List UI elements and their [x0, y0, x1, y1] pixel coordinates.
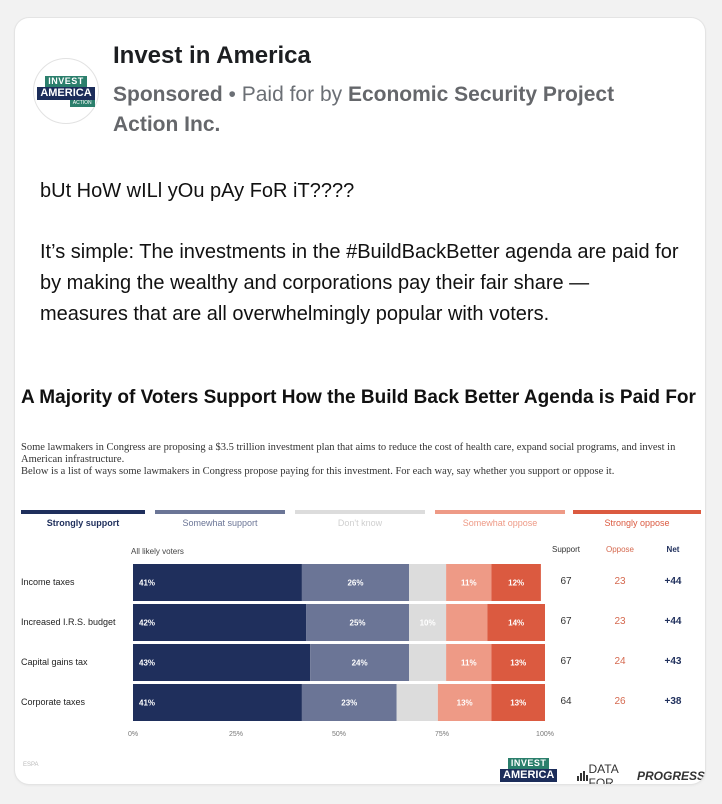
category-label: Capital gains tax — [21, 657, 88, 667]
bar-value-label: 13% — [510, 699, 526, 708]
category-label: Increased I.R.S. budget — [21, 617, 116, 627]
net-value: +43 — [664, 656, 682, 667]
bar-value-label: 11% — [461, 579, 477, 588]
x-tick-label: 50% — [331, 731, 346, 738]
bar-segment — [446, 604, 488, 641]
support-value: 67 — [560, 656, 572, 667]
bar-value-label: 12% — [508, 579, 524, 588]
stacked-bar-chart: 41% 26% 11% 12% 42% 25% 10% 14% 43% 24% 11% 13% 41% 2… — [133, 564, 545, 721]
net-value: +44 — [664, 616, 682, 627]
oppose-value: 24 — [614, 656, 626, 667]
bar-segment — [133, 684, 302, 721]
x-tick-label: 75% — [434, 731, 449, 738]
sponsored-post-card: INVEST AMERICA ACTION Invest in America … — [15, 18, 705, 784]
bar-segment — [409, 644, 447, 681]
support-value: 67 — [560, 576, 572, 587]
net-value: +44 — [664, 576, 682, 587]
category-label: Corporate taxes — [21, 697, 86, 707]
x-tick-label: 100% — [536, 731, 554, 738]
bar-value-label: 14% — [508, 619, 524, 628]
oppose-value: 23 — [614, 576, 626, 587]
bar-value-label: 26% — [347, 579, 363, 588]
dfp-bold-text: PROGRESS — [636, 769, 705, 783]
bar-value-label: 23% — [341, 699, 357, 708]
support-value: 67 — [560, 616, 572, 627]
bar-value-label: 41% — [139, 699, 155, 708]
source-note: ESPA — [23, 762, 39, 768]
bar-value-label: 10% — [420, 619, 436, 628]
dfp-regular-text: DATA FOR — [588, 762, 619, 784]
oppose-value: 23 — [614, 616, 626, 627]
bar-value-label: 13% — [510, 659, 526, 668]
data-for-progress-credit: DATA FOR PROGRESS — [577, 762, 705, 784]
bar-segment — [133, 564, 302, 601]
bar-segment — [133, 644, 311, 681]
bar-value-label: 11% — [461, 659, 477, 668]
bar-segment — [409, 564, 447, 601]
bar-segment — [133, 604, 307, 641]
footer-logo-top: INVEST — [507, 758, 550, 769]
bar-value-label: 25% — [350, 619, 366, 628]
footer-invest-logo: INVEST AMERICA — [500, 758, 558, 782]
net-value: +38 — [664, 696, 682, 707]
support-value: 64 — [560, 696, 572, 707]
x-tick-label: 0% — [127, 731, 139, 738]
x-tick-label: 25% — [228, 731, 243, 738]
bar-value-label: 43% — [139, 659, 155, 668]
footer-logo-mid: AMERICA — [500, 769, 558, 782]
bar-value-label: 13% — [457, 699, 473, 708]
bar-value-label: 42% — [139, 619, 155, 628]
bar-value-label: 41% — [139, 579, 155, 588]
oppose-value: 26 — [614, 696, 626, 707]
bar-chart-icon — [577, 771, 588, 781]
category-label: Income taxes — [21, 577, 75, 587]
bar-segment — [396, 684, 438, 721]
bar-value-label: 24% — [352, 659, 368, 668]
